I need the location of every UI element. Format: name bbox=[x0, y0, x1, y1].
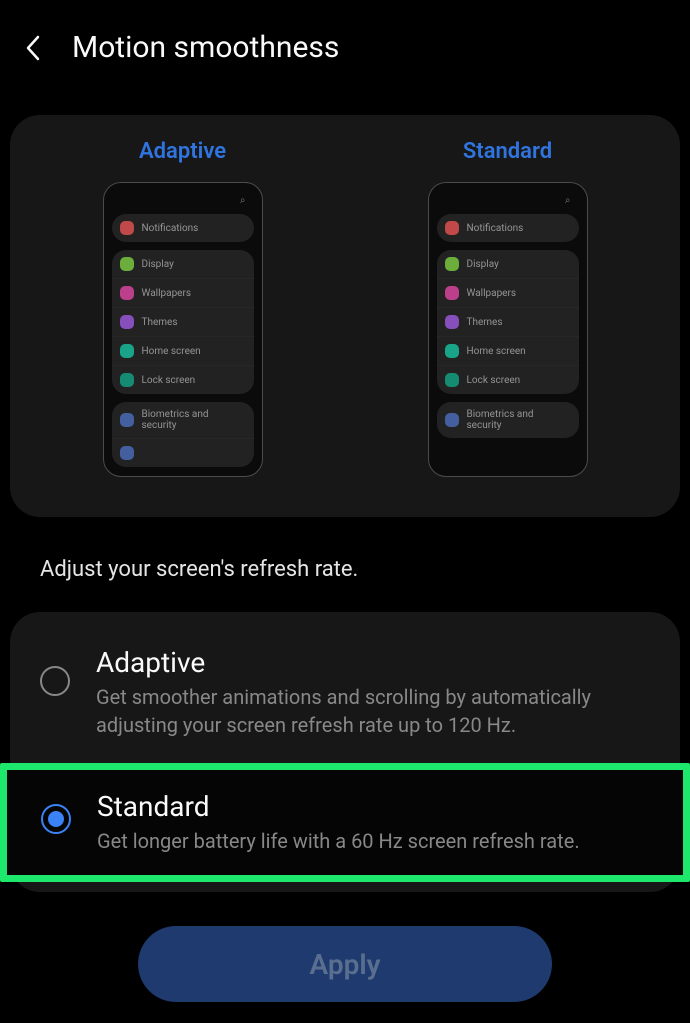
preview-item: Display bbox=[112, 250, 254, 278]
preview-standard[interactable]: Standard ⌕ Notifications Display Wallpap… bbox=[355, 139, 660, 477]
preview-item: Lock screen bbox=[112, 365, 254, 394]
apply-container: Apply bbox=[0, 926, 690, 1002]
apply-button[interactable]: Apply bbox=[138, 926, 552, 1002]
option-desc: Get smoother animations and scrolling by… bbox=[96, 683, 650, 739]
option-title: Standard bbox=[97, 790, 649, 823]
phone-frame-standard: ⌕ Notifications Display Wallpapers Theme… bbox=[428, 182, 588, 477]
preview-item: Display bbox=[437, 250, 579, 278]
phone-frame-adaptive: ⌕ Notifications Display Wallpapers Theme… bbox=[103, 182, 263, 477]
option-title: Adaptive bbox=[96, 646, 650, 679]
option-adaptive[interactable]: Adaptive Get smoother animations and scr… bbox=[10, 622, 680, 763]
preview-item: Home screen bbox=[112, 336, 254, 365]
highlighted-selection: Standard Get longer battery life with a … bbox=[0, 763, 690, 882]
search-icon: ⌕ bbox=[437, 193, 579, 214]
preview-item: Notifications bbox=[112, 214, 254, 242]
radio-adaptive[interactable] bbox=[40, 666, 70, 696]
search-icon: ⌕ bbox=[112, 193, 254, 214]
preview-item: Biometrics and security bbox=[112, 402, 254, 438]
preview-item: Themes bbox=[437, 307, 579, 336]
preview-item bbox=[112, 438, 254, 467]
preview-item: Wallpapers bbox=[437, 278, 579, 307]
back-icon[interactable] bbox=[20, 34, 48, 62]
preview-adaptive-label: Adaptive bbox=[139, 139, 226, 164]
preview-adaptive[interactable]: Adaptive ⌕ Notifications Display Wallpap… bbox=[30, 139, 335, 477]
preview-item: Wallpapers bbox=[112, 278, 254, 307]
preview-card: Adaptive ⌕ Notifications Display Wallpap… bbox=[10, 115, 680, 517]
options-list: Adaptive Get smoother animations and scr… bbox=[10, 612, 680, 892]
preview-item: Notifications bbox=[437, 214, 579, 242]
preview-item: Lock screen bbox=[437, 365, 579, 394]
preview-standard-label: Standard bbox=[463, 139, 552, 164]
page-title: Motion smoothness bbox=[72, 30, 339, 65]
option-desc: Get longer battery life with a 60 Hz scr… bbox=[97, 827, 649, 855]
option-standard[interactable]: Standard Get longer battery life with a … bbox=[7, 770, 683, 875]
preview-item: Themes bbox=[112, 307, 254, 336]
section-description: Adjust your screen's refresh rate. bbox=[0, 547, 690, 602]
radio-standard[interactable] bbox=[41, 804, 71, 834]
preview-item: Home screen bbox=[437, 336, 579, 365]
preview-item: Biometrics and security bbox=[437, 402, 579, 438]
header: Motion smoothness bbox=[0, 0, 690, 95]
